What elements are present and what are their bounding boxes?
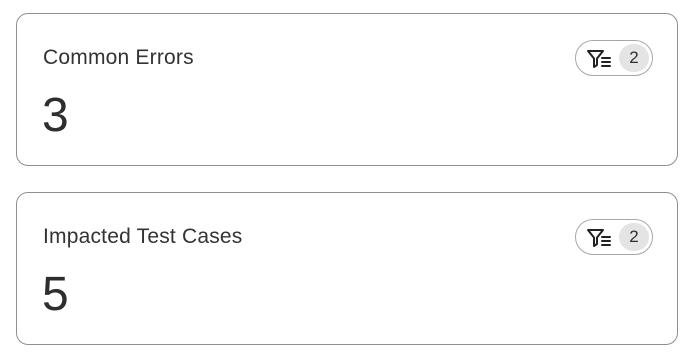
card-value: 5 [42, 268, 69, 321]
impacted-test-cases-card: Impacted Test Cases 5 2 [16, 192, 678, 345]
filter-button[interactable]: 2 [575, 40, 653, 76]
card-title: Impacted Test Cases [43, 225, 243, 248]
filter-list-icon [587, 229, 611, 247]
filter-count-badge: 2 [619, 44, 649, 72]
card-value: 3 [42, 89, 69, 142]
filter-button[interactable]: 2 [575, 219, 653, 255]
filter-count-badge: 2 [619, 223, 649, 251]
card-title: Common Errors [43, 46, 194, 69]
common-errors-card: Common Errors 3 2 [16, 13, 678, 166]
filter-list-icon [587, 50, 611, 68]
